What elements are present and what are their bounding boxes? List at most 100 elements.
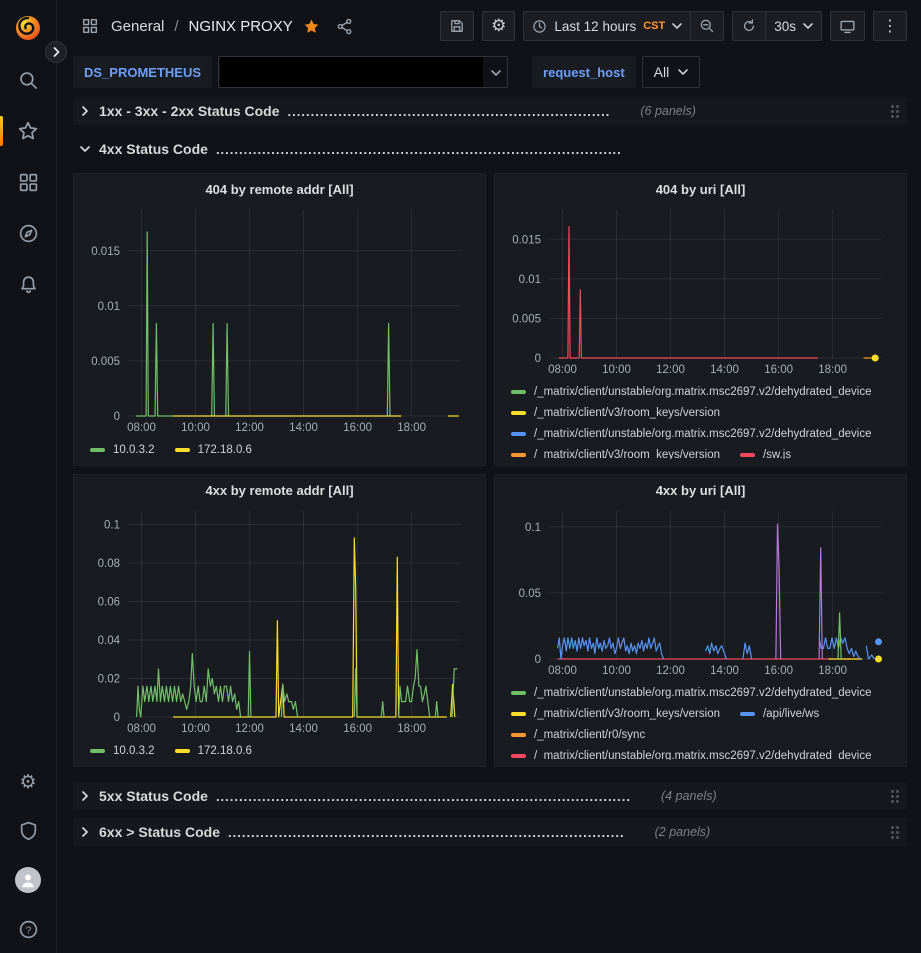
svg-text:?: ? xyxy=(25,924,31,936)
legend-item[interactable]: /_matrix/client/v3/room_keys/version xyxy=(511,403,720,423)
timeseries-chart[interactable]: 00.0050.010.01508:0010:0012:0014:0016:00… xyxy=(505,202,896,379)
row-5xx[interactable]: 5xx Status Code ........................… xyxy=(73,782,907,810)
sidebar-item-explore[interactable] xyxy=(0,221,56,245)
time-picker-group: Last 12 hours CST xyxy=(523,11,724,41)
tv-mode-button[interactable] xyxy=(830,11,865,41)
svg-text:0.1: 0.1 xyxy=(525,522,541,534)
legend-item[interactable]: /api/live/ws xyxy=(740,704,819,724)
svg-text:10:00: 10:00 xyxy=(181,723,210,735)
row-6xx[interactable]: 6xx > Status Code ......................… xyxy=(73,818,907,846)
legend-item[interactable]: /_matrix/client/v3/room_keys/version xyxy=(511,704,720,724)
svg-text:0.08: 0.08 xyxy=(98,558,120,570)
sidebar-item-search[interactable] xyxy=(0,68,56,92)
legend-item[interactable]: /_matrix/client/unstable/org.matrix.msc2… xyxy=(511,382,872,402)
legend-swatch xyxy=(511,390,526,394)
gear-icon: ⚙ xyxy=(491,16,506,36)
timezone-label: CST xyxy=(643,20,665,32)
time-range-picker[interactable]: Last 12 hours CST xyxy=(523,11,691,41)
svg-text:10:00: 10:00 xyxy=(602,364,631,376)
svg-text:16:00: 16:00 xyxy=(764,364,793,376)
panel-4xx-by-uri: 4xx by uri [All] 00.050.108:0010:0012:00… xyxy=(494,474,907,767)
favorite-star-icon[interactable] xyxy=(303,18,320,35)
legend-item[interactable]: 10.0.3.2 xyxy=(90,741,155,760)
row-drag-handle[interactable] xyxy=(889,788,901,805)
sidebar-item-server-admin[interactable] xyxy=(0,819,56,843)
legend-swatch xyxy=(740,712,755,716)
row-4xx[interactable]: 4xx Status Code ........................… xyxy=(73,135,907,163)
chart-legend: /_matrix/client/unstable/org.matrix.msc2… xyxy=(505,379,896,459)
chart-legend: 10.0.3.2 172.18.0.6 xyxy=(84,738,475,760)
svg-text:14:00: 14:00 xyxy=(289,422,318,434)
panel-title[interactable]: 404 by remote addr [All] xyxy=(84,178,475,202)
legend-swatch xyxy=(90,448,105,452)
svg-text:10:00: 10:00 xyxy=(181,422,210,434)
timeseries-chart[interactable]: 00.0050.010.01508:0010:0012:0014:0016:00… xyxy=(84,202,475,437)
legend-item[interactable]: /_matrix/client/v3/room_keys/version xyxy=(511,445,720,459)
sidebar-item-profile[interactable] xyxy=(0,868,56,892)
dashboards-icon xyxy=(18,172,39,193)
timeseries-chart[interactable]: 00.020.040.060.080.108:0010:0012:0014:00… xyxy=(84,503,475,738)
legend-item[interactable]: 172.18.0.6 xyxy=(175,440,252,459)
dashboard-canvas: 1xx - 3xx - 2xx Status Code ............… xyxy=(57,92,921,953)
sidebar-expand-button[interactable] xyxy=(45,41,67,63)
panel-title[interactable]: 4xx by uri [All] xyxy=(505,479,896,503)
row-panel-count: (6 panels) xyxy=(640,104,696,118)
legend-label: /_matrix/client/unstable/org.matrix.msc2… xyxy=(534,683,872,703)
apps-icon xyxy=(81,17,99,35)
sidebar-item-help[interactable]: ? xyxy=(0,917,56,941)
row-1xx-3xx-2xx[interactable]: 1xx - 3xx - 2xx Status Code ............… xyxy=(73,97,907,125)
more-options-button[interactable]: ⋮ xyxy=(873,11,907,41)
legend-label: /_matrix/client/r0/sync xyxy=(534,725,645,745)
row-drag-handle[interactable] xyxy=(889,103,901,120)
row-title: 4xx Status Code xyxy=(99,141,208,157)
breadcrumb-separator: / xyxy=(174,18,178,35)
sidebar-item-dashboards[interactable] xyxy=(0,170,56,194)
chevron-down-icon xyxy=(803,23,813,29)
legend-swatch xyxy=(511,432,526,436)
legend-item[interactable]: 10.0.3.2 xyxy=(90,440,155,459)
redacted-value xyxy=(220,57,483,87)
dashboard-settings-button[interactable]: ⚙ xyxy=(482,11,515,41)
row-drag-handle[interactable] xyxy=(889,824,901,841)
variable-value-ds-prometheus[interactable] xyxy=(218,56,508,88)
breadcrumb-section[interactable]: General xyxy=(111,18,164,35)
share-icon[interactable] xyxy=(336,18,353,35)
panels-grid: 404 by remote addr [All] 00.0050.010.015… xyxy=(73,173,907,767)
search-icon xyxy=(18,70,39,91)
legend-label: /api/live/ws xyxy=(763,704,819,724)
sidebar-item-configuration[interactable]: ⚙ xyxy=(0,770,56,794)
chart-legend: /_matrix/client/unstable/org.matrix.msc2… xyxy=(505,680,896,760)
legend-item[interactable]: /_matrix/client/unstable/org.matrix.msc2… xyxy=(511,424,872,444)
zoom-out-time-button[interactable] xyxy=(690,11,724,41)
svg-text:08:00: 08:00 xyxy=(548,665,577,677)
svg-text:0.005: 0.005 xyxy=(512,313,541,325)
grafana-logo[interactable] xyxy=(12,12,44,44)
timeseries-chart[interactable]: 00.050.108:0010:0012:0014:0016:0018:00 xyxy=(505,503,896,680)
sidebar-item-starred[interactable] xyxy=(0,119,56,143)
sidebar-item-alerting[interactable] xyxy=(0,272,56,296)
legend-item[interactable]: /_matrix/client/r0/sync xyxy=(511,725,645,745)
save-dashboard-button[interactable] xyxy=(440,11,474,41)
refresh-button[interactable] xyxy=(732,11,766,41)
help-icon: ? xyxy=(18,919,39,940)
legend-item[interactable]: /sw.js xyxy=(740,445,791,459)
svg-text:18:00: 18:00 xyxy=(818,665,847,677)
row-title-dots: ........................................… xyxy=(216,789,631,804)
panel-title[interactable]: 404 by uri [All] xyxy=(505,178,896,202)
legend-item[interactable]: /_matrix/client/unstable/org.matrix.msc2… xyxy=(511,746,872,760)
bell-icon xyxy=(18,274,39,295)
panel-404-by-uri: 404 by uri [All] 00.0050.010.01508:0010:… xyxy=(494,173,907,466)
svg-text:16:00: 16:00 xyxy=(764,665,793,677)
variable-value-request-host[interactable]: All xyxy=(642,56,701,88)
refresh-interval-picker[interactable]: 30s xyxy=(765,11,822,41)
svg-text:14:00: 14:00 xyxy=(710,364,739,376)
sidebar: ⚙ ? xyxy=(0,0,57,953)
legend-label: /_matrix/client/v3/room_keys/version xyxy=(534,704,720,724)
panel-title[interactable]: 4xx by remote addr [All] xyxy=(84,479,475,503)
svg-text:10:00: 10:00 xyxy=(602,665,631,677)
legend-item[interactable]: /_matrix/client/unstable/org.matrix.msc2… xyxy=(511,683,872,703)
legend-swatch xyxy=(511,754,526,758)
dashboard-title[interactable]: NGINX PROXY xyxy=(189,18,293,35)
legend-item[interactable]: 172.18.0.6 xyxy=(175,741,252,760)
legend-label: 172.18.0.6 xyxy=(198,741,252,760)
